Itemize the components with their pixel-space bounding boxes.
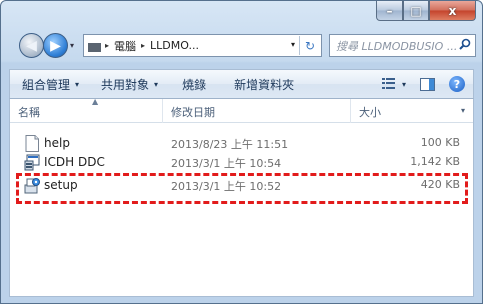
- column-divider[interactable]: [350, 99, 351, 123]
- minimize-button[interactable]: –: [376, 1, 403, 21]
- breadcrumb-computer[interactable]: 電腦: [114, 38, 136, 54]
- share-with-label: 共用對象: [101, 77, 150, 92]
- file-name: help: [44, 136, 70, 150]
- organize-menu[interactable]: 組合管理 ▾: [22, 76, 79, 93]
- preview-pane-icon[interactable]: [420, 77, 435, 91]
- close-button[interactable]: x: [429, 1, 476, 21]
- search-input[interactable]: 搜尋 LLDMODBUSIO ...: [336, 38, 460, 54]
- chevron-down-icon: ▾: [154, 79, 159, 89]
- caption-buttons: – □ x: [376, 1, 476, 21]
- organize-label: 組合管理: [22, 77, 71, 92]
- text-file-icon: [25, 135, 39, 152]
- new-folder-button[interactable]: 新增資料夾: [234, 76, 294, 93]
- view-dropdown[interactable]: ▾: [402, 80, 406, 89]
- computer-icon: [88, 42, 101, 52]
- help-icon[interactable]: ?: [449, 76, 465, 92]
- sort-up-icon: ▲: [92, 97, 99, 106]
- breadcrumb-folder[interactable]: LLDMO...: [150, 39, 199, 52]
- file-name: ICDH DDC: [44, 155, 105, 169]
- breadcrumb-separator[interactable]: ▸: [141, 41, 145, 50]
- column-name[interactable]: 名稱: [18, 104, 40, 120]
- command-bar: 組合管理 ▾ 共用對象 ▾ 燒錄 新增資料夾 ▾ ?: [9, 69, 474, 99]
- recent-pages-dropdown[interactable]: ▾: [70, 41, 74, 50]
- chevron-down-icon: ▾: [75, 79, 80, 89]
- explorer-window: – □ x ◀ ▶ ▾ ▸ 電腦 ▸ LLDMO... ▾ ↻ 搜尋 LLDMO…: [0, 0, 483, 304]
- column-date[interactable]: 修改日期: [171, 104, 215, 120]
- maximize-button[interactable]: □: [403, 1, 429, 21]
- share-with-menu[interactable]: 共用對象 ▾: [101, 76, 158, 93]
- breadcrumb-separator[interactable]: ▸: [105, 41, 109, 50]
- burn-button[interactable]: 燒錄: [182, 76, 206, 93]
- address-bar[interactable]: ▸ 電腦 ▸ LLDMO... ▾ ↻: [83, 34, 322, 57]
- file-date: 2013/8/23 上午 11:51: [171, 138, 289, 151]
- refresh-icon: ↻: [304, 38, 316, 53]
- refresh-button[interactable]: ↻: [299, 36, 320, 55]
- back-button[interactable]: ◀: [19, 33, 44, 58]
- column-dropdown[interactable]: ▾: [461, 106, 465, 115]
- highlight-box: [16, 173, 468, 204]
- view-controls: ▾ ?: [381, 76, 465, 92]
- address-dropdown[interactable]: ▾: [291, 40, 295, 49]
- file-row-icdh-ddc[interactable]: ICDH DDC 2013/3/1 上午 10:54 1,142 KB: [10, 151, 473, 173]
- file-list: ▲ 名稱 修改日期 大小 ▾ help 2013/8/23 上午 11:51 1…: [9, 97, 474, 297]
- search-box[interactable]: 搜尋 LLDMODBUSIO ...: [329, 34, 476, 57]
- file-size: 100 KB: [420, 136, 460, 149]
- forward-arrow-icon: ▶: [50, 37, 61, 54]
- navigation-bar: ◀ ▶ ▾ ▸ 電腦 ▸ LLDMO... ▾ ↻ 搜尋 LLDMODBUSIO…: [9, 33, 476, 59]
- file-date: 2013/3/1 上午 10:54: [171, 157, 282, 170]
- column-divider[interactable]: [162, 99, 163, 123]
- back-arrow-icon: ◀: [26, 37, 37, 54]
- forward-button[interactable]: ▶: [43, 33, 68, 58]
- column-header: ▲ 名稱 修改日期 大小 ▾: [10, 97, 473, 123]
- column-size[interactable]: 大小: [359, 104, 381, 120]
- view-options-icon[interactable]: [381, 78, 398, 90]
- application-icon: [24, 154, 40, 171]
- search-icon[interactable]: [459, 38, 471, 50]
- file-size: 1,142 KB: [410, 155, 460, 168]
